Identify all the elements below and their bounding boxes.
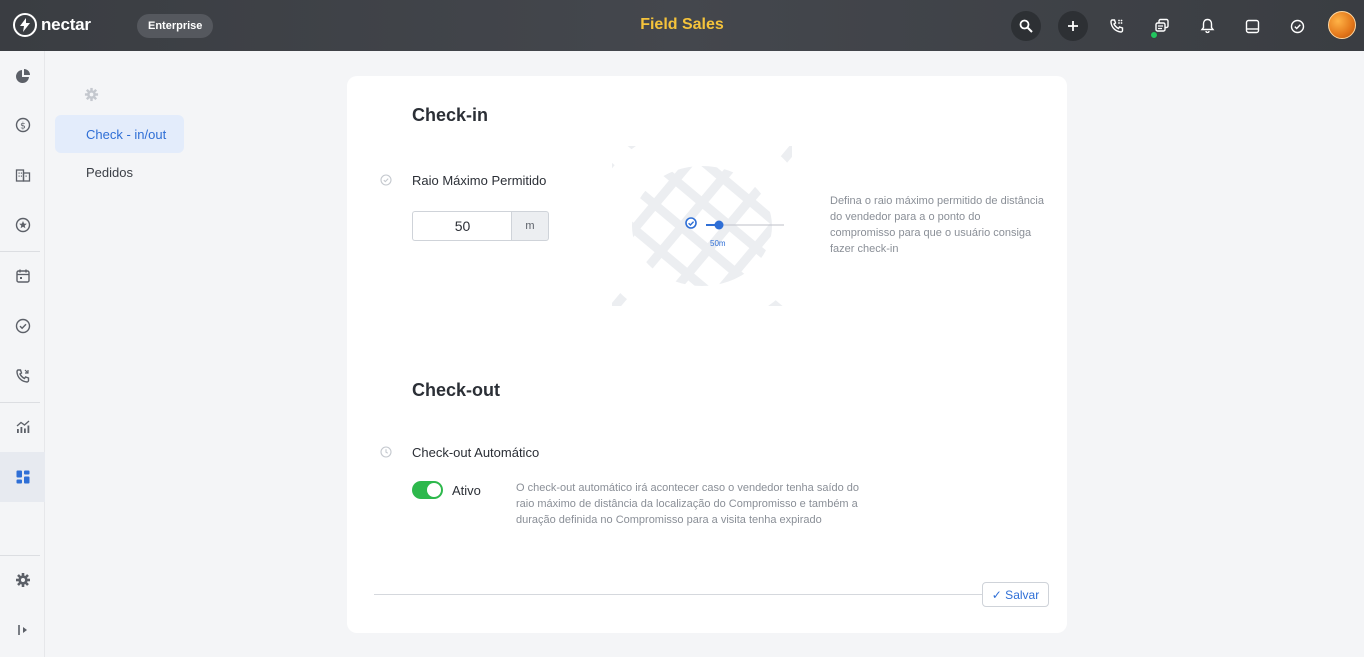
checkout-help-text: O check-out automático irá acontecer cas… [516,482,860,526]
rail-item-companies[interactable] [0,150,45,200]
inbox-button[interactable] [1237,11,1267,41]
rail-item-favorites[interactable] [0,200,45,250]
inbox-icon [1245,19,1259,33]
top-bar: nectar Enterprise Field Sales [0,0,1364,51]
rail-item-dashboard-reports[interactable] [0,51,45,101]
add-button[interactable] [1058,11,1088,41]
footer-divider [374,594,984,595]
user-avatar[interactable] [1328,11,1356,39]
subnav-settings-icon [84,87,99,107]
plan-badge: Enterprise [137,14,214,38]
search-icon [1019,19,1033,33]
rail-item-analytics[interactable] [0,402,45,452]
rail-item-calls[interactable] [0,351,45,401]
calendar-icon [15,269,30,283]
left-rail: $ [0,51,45,657]
settings-icon [15,573,30,587]
save-button[interactable]: ✓ Salvar [982,582,1049,607]
checkout-section-title: Check-out [412,380,501,400]
toggle-knob [427,483,441,497]
check-shield-icon [380,174,392,186]
conversations-button[interactable] [1147,11,1177,41]
collapse-icon [17,625,27,635]
radius-unit: m [511,211,549,241]
subnav-item-check-in-out[interactable]: Check - in/out [55,115,184,153]
phone-icon [15,369,29,383]
rail-item-sales[interactable]: $ [0,100,45,150]
rail-item-tasks[interactable] [0,301,45,351]
search-button[interactable] [1011,11,1041,41]
radius-value-label: 50m [710,239,726,248]
tasks-button[interactable] [1282,11,1312,41]
dialer-button[interactable] [1102,11,1132,41]
map-radius-illustration [612,146,792,306]
phone-grid-icon [1110,19,1124,33]
auto-checkout-label: Check-out Automático [412,445,540,460]
pie-chart-icon [15,69,30,83]
analytics-icon [16,420,29,433]
rail-item-apps[interactable] [0,452,45,502]
plus-icon [1068,21,1078,31]
auto-checkout-toggle[interactable] [412,481,443,499]
checkin-help-text: Defina o raio máximo permitido de distân… [830,195,1044,255]
settings-card: Check-in Raio Máximo Permitido m 50m [347,76,1067,633]
check-circle-icon [1290,19,1304,33]
brand-logo[interactable]: nectar [13,13,91,37]
dollar-icon: $ [15,117,30,133]
dashboard-icon [16,470,29,484]
max-radius-input[interactable] [412,211,512,241]
check-circle-icon [15,318,30,334]
brand-name: nectar [41,15,91,34]
svg-text:$: $ [20,122,26,132]
subnav-item-pedidos[interactable]: Pedidos [55,153,184,191]
checkin-section-title: Check-in [412,105,489,125]
rail-item-collapse[interactable] [0,605,45,655]
notifications-button[interactable] [1192,11,1222,41]
clock-icon [380,446,392,458]
auto-checkout-status: Ativo [452,483,481,498]
bell-icon [1200,18,1214,34]
rail-item-settings[interactable] [0,555,45,605]
max-radius-label: Raio Máximo Permitido [412,173,547,188]
nectar-logo-icon [13,13,37,37]
online-status-dot [1150,31,1158,39]
rail-item-calendar[interactable] [0,251,45,301]
star-icon [15,217,30,233]
building-icon [15,169,30,182]
